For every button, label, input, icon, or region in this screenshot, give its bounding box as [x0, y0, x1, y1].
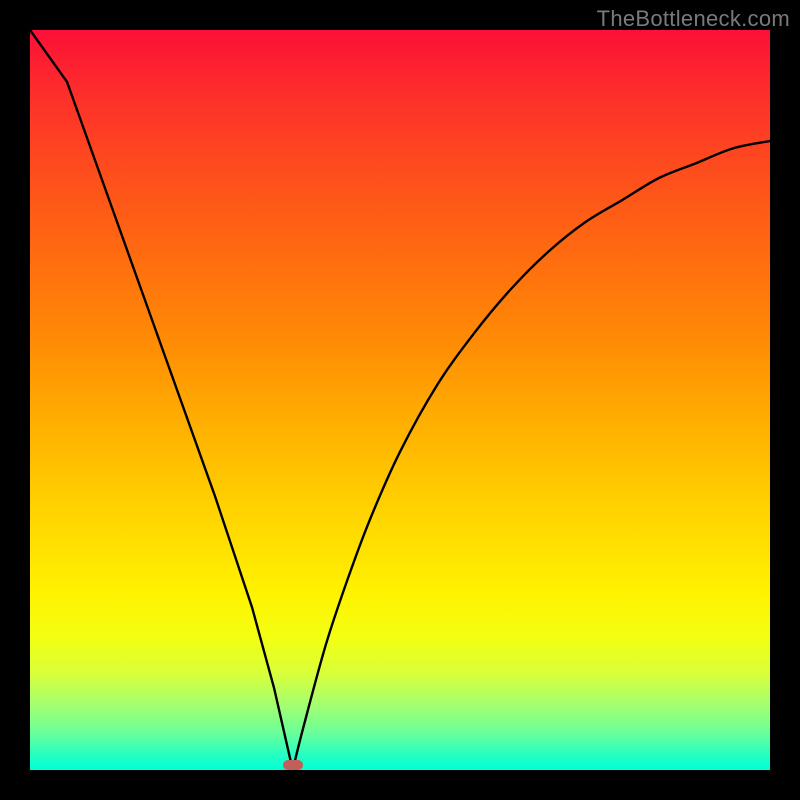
optimal-marker	[283, 760, 303, 770]
bottleneck-curve	[30, 30, 770, 770]
chart-frame: TheBottleneck.com	[0, 0, 800, 800]
watermark-text: TheBottleneck.com	[597, 6, 790, 32]
plot-area	[30, 30, 770, 770]
curve-right-branch	[293, 141, 770, 770]
curve-left-branch	[30, 30, 293, 770]
